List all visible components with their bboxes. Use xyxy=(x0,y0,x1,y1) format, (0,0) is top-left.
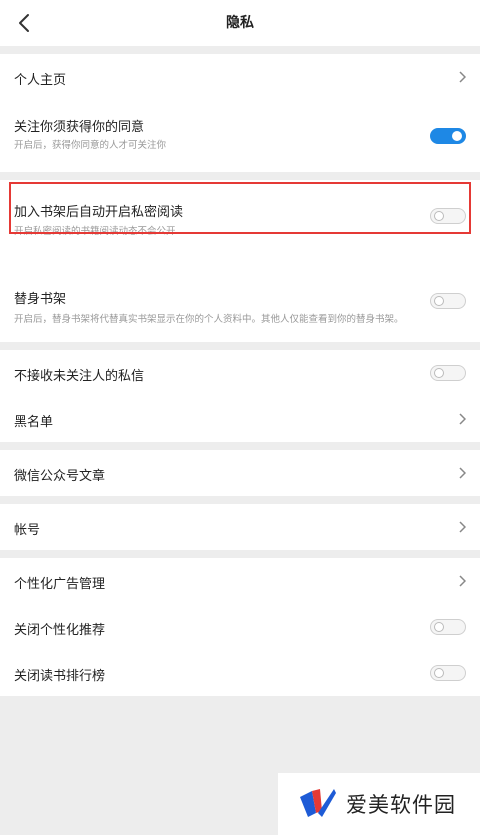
follow-consent-row: 关注你须获得你的同意 开启后，获得你同意的人才可关注你 xyxy=(0,100,480,172)
settings-group-messages: 不接收未关注人的私信 黑名单 xyxy=(0,350,480,442)
settings-group-ads: 个性化广告管理 关闭个性化推荐 关闭读书排行榜 xyxy=(0,558,480,696)
ad-management-row[interactable]: 个性化广告管理 xyxy=(0,558,480,604)
settings-group-profile: 个人主页 关注你须获得你的同意 开启后，获得你同意的人才可关注你 xyxy=(0,54,480,172)
page-title: 隐私 xyxy=(226,15,254,31)
header-bar: 隐私 xyxy=(0,0,480,46)
disable-reading-rank-toggle[interactable] xyxy=(430,665,466,681)
watermark-logo-icon xyxy=(300,789,336,817)
disable-personalized-recs-label: 关闭个性化推荐 xyxy=(14,623,106,638)
private-reading-label: 加入书架后自动开启私密阅读 xyxy=(14,205,184,220)
account-row[interactable]: 帐号 xyxy=(0,504,480,550)
profile-label: 个人主页 xyxy=(14,73,67,88)
wechat-articles-label: 微信公众号文章 xyxy=(14,469,106,484)
wechat-articles-row[interactable]: 微信公众号文章 xyxy=(0,450,480,496)
block-stranger-messages-toggle[interactable] xyxy=(430,365,466,381)
follow-consent-toggle[interactable] xyxy=(430,128,466,144)
chevron-right-icon xyxy=(456,466,468,480)
disable-reading-rank-row: 关闭读书排行榜 xyxy=(0,650,480,696)
follow-consent-desc: 开启后，获得你同意的人才可关注你 xyxy=(14,140,167,151)
proxy-shelf-toggle[interactable] xyxy=(430,293,466,309)
settings-group-account: 帐号 xyxy=(0,504,480,550)
follow-consent-label: 关注你须获得你的同意 xyxy=(14,120,145,135)
block-stranger-messages-label: 不接收未关注人的私信 xyxy=(14,369,145,384)
chevron-right-icon xyxy=(456,70,468,84)
proxy-shelf-row: 替身书架 开启后，替身书架将代替真实书架显示在你的个人资料中。其他人仅能查看到你… xyxy=(0,248,480,342)
settings-group-wechat: 微信公众号文章 xyxy=(0,450,480,496)
disable-personalized-recs-toggle[interactable] xyxy=(430,619,466,635)
blacklist-label: 黑名单 xyxy=(14,415,54,430)
private-reading-desc: 开启私密阅读的书籍阅读动态不会公开 xyxy=(14,226,176,237)
disable-personalized-recs-row: 关闭个性化推荐 xyxy=(0,604,480,650)
proxy-shelf-desc: 开启后，替身书架将代替真实书架显示在你的个人资料中。其他人仅能查看到你的替身书架… xyxy=(14,314,404,325)
watermark-text: 爱美软件园 xyxy=(346,793,456,817)
blacklist-row[interactable]: 黑名单 xyxy=(0,396,480,442)
watermark: 爱美软件园 xyxy=(278,773,480,835)
private-reading-toggle[interactable] xyxy=(430,208,466,224)
proxy-shelf-label: 替身书架 xyxy=(14,292,67,307)
account-label: 帐号 xyxy=(14,523,41,538)
chevron-right-icon xyxy=(456,520,468,534)
private-reading-row: 加入书架后自动开启私密阅读 开启私密阅读的书籍阅读动态不会公开 xyxy=(0,180,480,248)
profile-row[interactable]: 个人主页 xyxy=(0,54,480,100)
disable-reading-rank-label: 关闭读书排行榜 xyxy=(14,669,106,684)
chevron-right-icon xyxy=(456,574,468,588)
block-stranger-messages-row: 不接收未关注人的私信 xyxy=(0,350,480,396)
chevron-right-icon xyxy=(456,412,468,426)
settings-group-reading: 加入书架后自动开启私密阅读 开启私密阅读的书籍阅读动态不会公开 替身书架 开启后… xyxy=(0,180,480,342)
ad-management-label: 个性化广告管理 xyxy=(14,577,106,592)
